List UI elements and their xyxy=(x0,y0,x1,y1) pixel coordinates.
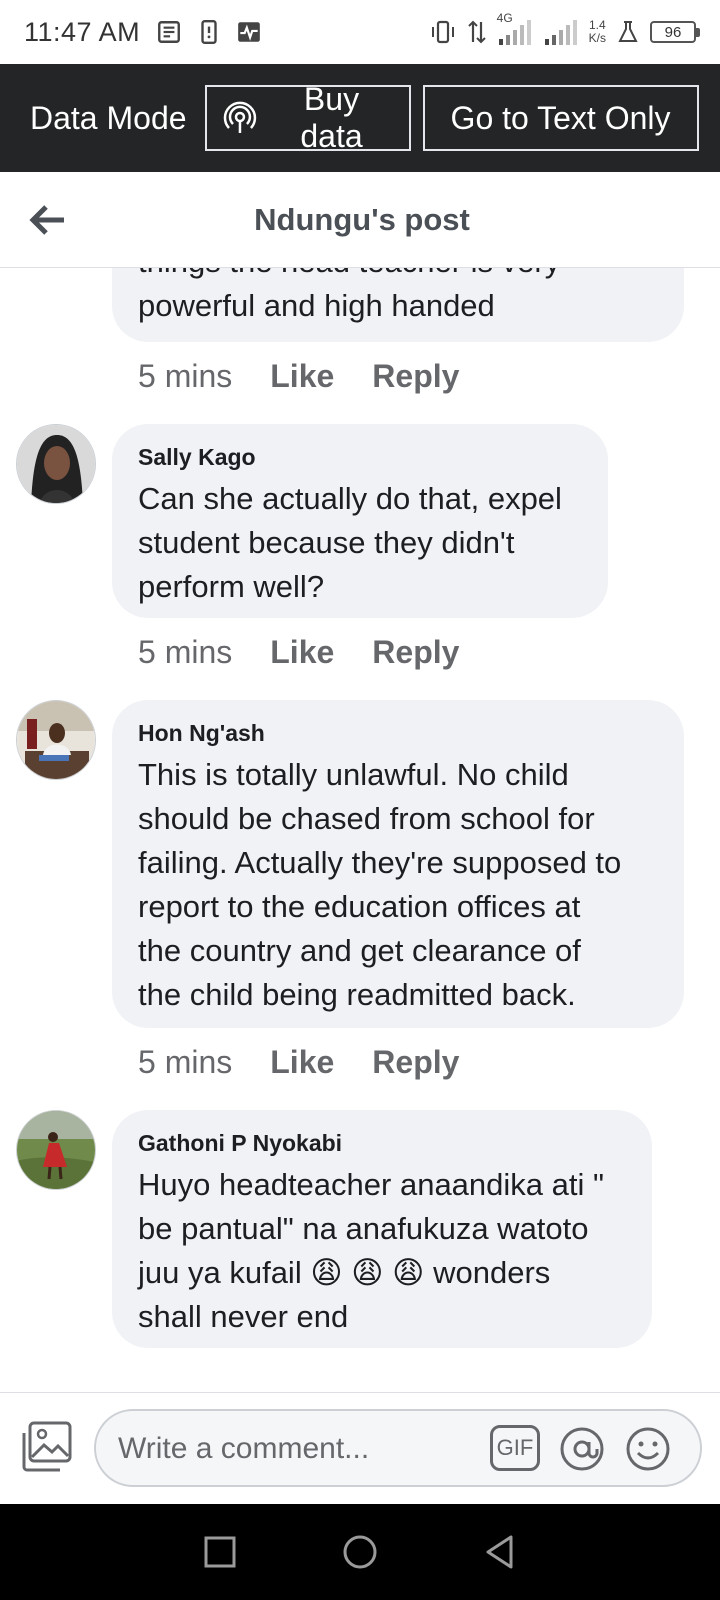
activity-icon xyxy=(238,22,260,42)
photo-icon[interactable] xyxy=(20,1421,74,1473)
comment-text: report to the education offices at xyxy=(138,889,581,924)
data-transfer-icon xyxy=(467,20,486,44)
avatar[interactable] xyxy=(16,700,96,780)
comment-actions: 5 mins Like Reply xyxy=(138,634,497,671)
avatar-sally-image xyxy=(17,425,95,503)
comment-input-box[interactable]: GIF xyxy=(94,1409,702,1487)
post-header: Ndungu's post xyxy=(0,172,720,268)
avatar[interactable] xyxy=(16,1110,96,1190)
comment-bubble: Sally Kago Can she actually do that, exp… xyxy=(112,424,608,618)
comment-text: Huyo headteacher anaandika ati " xyxy=(138,1167,604,1202)
comment-author[interactable]: Hon Ng'ash xyxy=(138,720,658,747)
like-button[interactable]: Like xyxy=(270,358,334,395)
comment-bubble: Gathoni P Nyokabi Huyo headteacher anaan… xyxy=(112,1110,652,1348)
comment-bubble: things the head teacher is very powerful… xyxy=(112,268,684,342)
phone-alert-icon xyxy=(201,19,217,45)
at-icon[interactable] xyxy=(558,1425,606,1473)
comment-composer: GIF xyxy=(0,1392,720,1504)
comment-input[interactable] xyxy=(118,1427,478,1471)
comment-time: 5 mins xyxy=(138,1044,233,1080)
comment-text: juu ya kufail 😩 😩 😩 wonders xyxy=(138,1255,551,1290)
text-only-label: Go to Text Only xyxy=(450,99,671,136)
comment-text: powerful and high handed xyxy=(138,288,495,323)
gif-label: GIF xyxy=(496,1435,534,1460)
status-bar: 11:47 AM 4G 1.4 K/s 96 xyxy=(0,0,720,64)
buy-data-label: Buy data xyxy=(300,81,363,154)
reply-button[interactable]: Reply xyxy=(372,1044,459,1081)
signal-icon-2 xyxy=(544,20,577,45)
comment-actions: 5 mins Like Reply xyxy=(138,358,497,395)
comment-text: the country and get clearance of xyxy=(138,933,581,968)
avatar-gathoni-image xyxy=(17,1111,95,1189)
home-icon[interactable] xyxy=(340,1532,380,1572)
smiley-icon[interactable] xyxy=(624,1425,672,1473)
comment-text: student because they didn't xyxy=(138,525,515,560)
page-title: Ndungu's post xyxy=(254,201,470,237)
vibrate-icon xyxy=(431,20,454,44)
back-nav-icon[interactable] xyxy=(480,1532,520,1572)
comment-author[interactable]: Gathoni P Nyokabi xyxy=(138,1130,626,1157)
system-nav-bar xyxy=(0,1504,720,1600)
comment-text: failing. Actually they're supposed to xyxy=(138,845,622,880)
comment-text: perform well? xyxy=(138,569,325,604)
comment-time: 5 mins xyxy=(138,358,233,394)
gif-icon[interactable]: GIF xyxy=(490,1425,540,1471)
like-button[interactable]: Like xyxy=(270,634,334,671)
comment-text: the child being readmitted back. xyxy=(138,977,576,1012)
reply-button[interactable]: Reply xyxy=(372,358,459,395)
comment-text: Can she actually do that, expel xyxy=(138,481,562,516)
avatar[interactable] xyxy=(16,424,96,504)
buy-data-button[interactable]: Buy data xyxy=(204,81,411,154)
comment-author[interactable]: Sally Kago xyxy=(138,444,582,471)
data-mode-label: Data Mode xyxy=(30,99,187,136)
comment-text: should be chased from school for xyxy=(138,801,595,836)
comment-time: 5 mins xyxy=(138,634,233,670)
net-speed: 1.4 K/s xyxy=(588,18,606,45)
comment-text: This is totally unlawful. No child xyxy=(138,757,569,792)
comment-text-cut: things the head teacher is very xyxy=(138,268,658,284)
avatar-honngash-image xyxy=(17,701,95,779)
comment-bubble: Hon Ng'ash This is totally unlawful. No … xyxy=(112,700,684,1028)
reply-button[interactable]: Reply xyxy=(372,634,459,671)
text-only-button[interactable]: Go to Text Only xyxy=(422,85,699,151)
comment-text: shall never end xyxy=(138,1299,349,1334)
data-mode-bar: Data Mode Buy data Go to Text Only xyxy=(0,64,720,172)
battery-indicator: 96 xyxy=(650,21,700,43)
comment-text: be pantual" na anafukuza watoto xyxy=(138,1211,589,1246)
signal-4g: 4G xyxy=(497,11,533,47)
flask-icon xyxy=(618,21,638,42)
comment-feed[interactable]: things the head teacher is very powerful… xyxy=(0,268,720,1392)
broadcast-icon xyxy=(223,101,256,133)
like-button[interactable]: Like xyxy=(270,1044,334,1081)
comment-actions: 5 mins Like Reply xyxy=(138,1044,497,1081)
notification-icon xyxy=(158,21,181,43)
arrow-left-icon[interactable] xyxy=(28,202,68,238)
recents-icon[interactable] xyxy=(200,1532,240,1572)
status-time: 11:47 AM xyxy=(24,16,141,47)
